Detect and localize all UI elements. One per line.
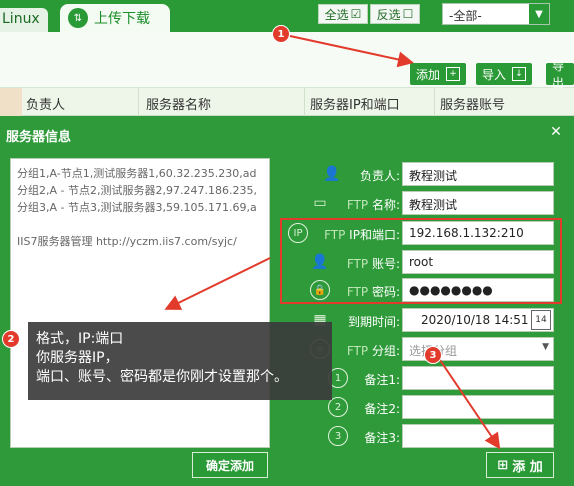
batch-import-textarea[interactable]: 分组1,A-节点1,测试服务器1,60.32.235.230,ad 分组2,A … — [10, 158, 270, 448]
note2-input[interactable] — [402, 395, 554, 419]
column-divider — [304, 88, 305, 116]
callout-line: 端口、账号、密码都是你刚才设置那个。 — [36, 369, 288, 385]
expire-input[interactable]: 2020/10/18 14:51 14 — [402, 308, 554, 332]
filter-select[interactable]: -全部- ▼ — [442, 3, 550, 25]
export-label: 导出 — [552, 59, 565, 90]
name-input[interactable]: 教程测试 — [402, 191, 554, 215]
note1-input[interactable] — [402, 366, 554, 390]
expire-label: 到期时间: — [347, 315, 400, 329]
add-icon: + — [446, 67, 461, 81]
group-label-text: 分组: — [371, 344, 400, 358]
column-server-ip[interactable]: 服务器IP和端口 — [310, 94, 400, 113]
close-icon[interactable]: ✕ — [548, 124, 564, 140]
id-card-icon: ▭ — [313, 195, 327, 211]
expire-value: 2020/10/18 14:51 — [421, 313, 529, 327]
select-all-label: 全选 — [324, 7, 349, 22]
name-label-text: 名称: — [371, 198, 400, 212]
import-label: 导入 — [482, 67, 507, 82]
filter-value: -全部- — [449, 9, 482, 23]
annotation-badge-2: 2 — [2, 330, 20, 348]
chevron-down-icon: ▼ — [542, 342, 549, 352]
confirm-add-button[interactable]: 确定添加 — [192, 452, 268, 478]
column-server-name[interactable]: 服务器名称 — [146, 94, 211, 113]
transfer-icon: ⇅ — [68, 8, 88, 28]
annotation-badge-1: 1 — [272, 25, 290, 43]
checkbox-icon: ☑ — [350, 7, 362, 21]
checkbox-icon: ☐ — [402, 7, 414, 21]
annotation-callout: 格式，IP:端口 你服务器IP， 端口、账号、密码都是你刚才设置那个。 — [28, 322, 332, 400]
note3-row: 3 备注3: — [280, 424, 560, 450]
number-two-icon: 2 — [328, 397, 348, 417]
add-label: 添加 — [416, 67, 441, 82]
add-toolbar-button[interactable]: 添加 + — [410, 63, 467, 85]
tab-linux[interactable]: Linux — [0, 8, 48, 32]
import-button[interactable]: 导入 ↓ — [476, 63, 533, 85]
invert-select-label: 反选 — [376, 7, 401, 22]
owner-row: 👤 负责人: 教程测试 — [280, 162, 560, 188]
annotation-badge-3: 3 — [424, 346, 442, 364]
table-header: 负责人 服务器名称 服务器IP和端口 服务器账号 — [0, 88, 574, 116]
ftp-prefix: FTP — [346, 198, 369, 212]
tab-upload-label: 上传下载 — [94, 11, 150, 27]
server-info-modal: 服务器信息 ✕ 分组1,A-节点1,测试服务器1,60.32.235.230,a… — [0, 118, 574, 486]
note3-label: 备注3: — [364, 431, 400, 445]
chevron-down-icon: ▼ — [529, 4, 549, 24]
modal-title: 服务器信息 — [6, 130, 72, 145]
note3-input[interactable] — [402, 424, 554, 448]
column-server-account[interactable]: 服务器账号 — [440, 94, 505, 113]
add-button-label: 添 加 — [512, 459, 543, 475]
header-cell-marker — [0, 88, 22, 116]
highlight-box — [280, 218, 562, 304]
name-row: ▭ FTP 名称: 教程测试 — [280, 191, 560, 217]
column-owner[interactable]: 负责人 — [26, 94, 65, 113]
textarea-line: 分组2,A - 节点2,测试服务器2,97.247.186.235, — [17, 184, 257, 197]
invert-select-button[interactable]: 反选 ☐ — [370, 4, 420, 24]
textarea-line: 分组1,A-节点1,测试服务器1,60.32.235.230,ad — [17, 167, 257, 180]
group-label: FTP 分组: — [347, 342, 400, 359]
callout-line: 你服务器IP， — [36, 350, 119, 366]
export-button[interactable]: 导出 — [546, 59, 574, 90]
textarea-line — [17, 216, 263, 233]
owner-label: 负责人: — [359, 169, 400, 183]
user-icon: 👤 — [323, 166, 341, 182]
textarea-line: 分组3,A - 节点3,测试服务器3,59.105.171.69,a — [17, 201, 257, 214]
textarea-line: IIS7服务器管理 http://yczm.iis7.com/syjc/ — [17, 235, 237, 248]
note2-label: 备注2: — [364, 402, 400, 416]
owner-input[interactable]: 教程测试 — [402, 162, 554, 186]
callout-line: 格式，IP:端口 — [36, 331, 124, 347]
name-label: FTP 名称: — [347, 196, 400, 213]
calendar-icon[interactable]: 14 — [531, 310, 551, 330]
tab-upload-download[interactable]: ⇅ 上传下载 — [60, 4, 170, 32]
select-all-button[interactable]: 全选 ☑ — [318, 4, 368, 24]
column-divider — [434, 88, 435, 116]
add-button[interactable]: ⊞ 添 加 — [486, 452, 554, 478]
add-icon: ⊞ — [497, 457, 509, 473]
note1-label: 备注1: — [364, 373, 400, 387]
import-icon: ↓ — [512, 67, 527, 81]
ftp-prefix: FTP — [346, 344, 369, 358]
column-divider — [138, 88, 139, 116]
number-three-icon: 3 — [328, 426, 348, 446]
